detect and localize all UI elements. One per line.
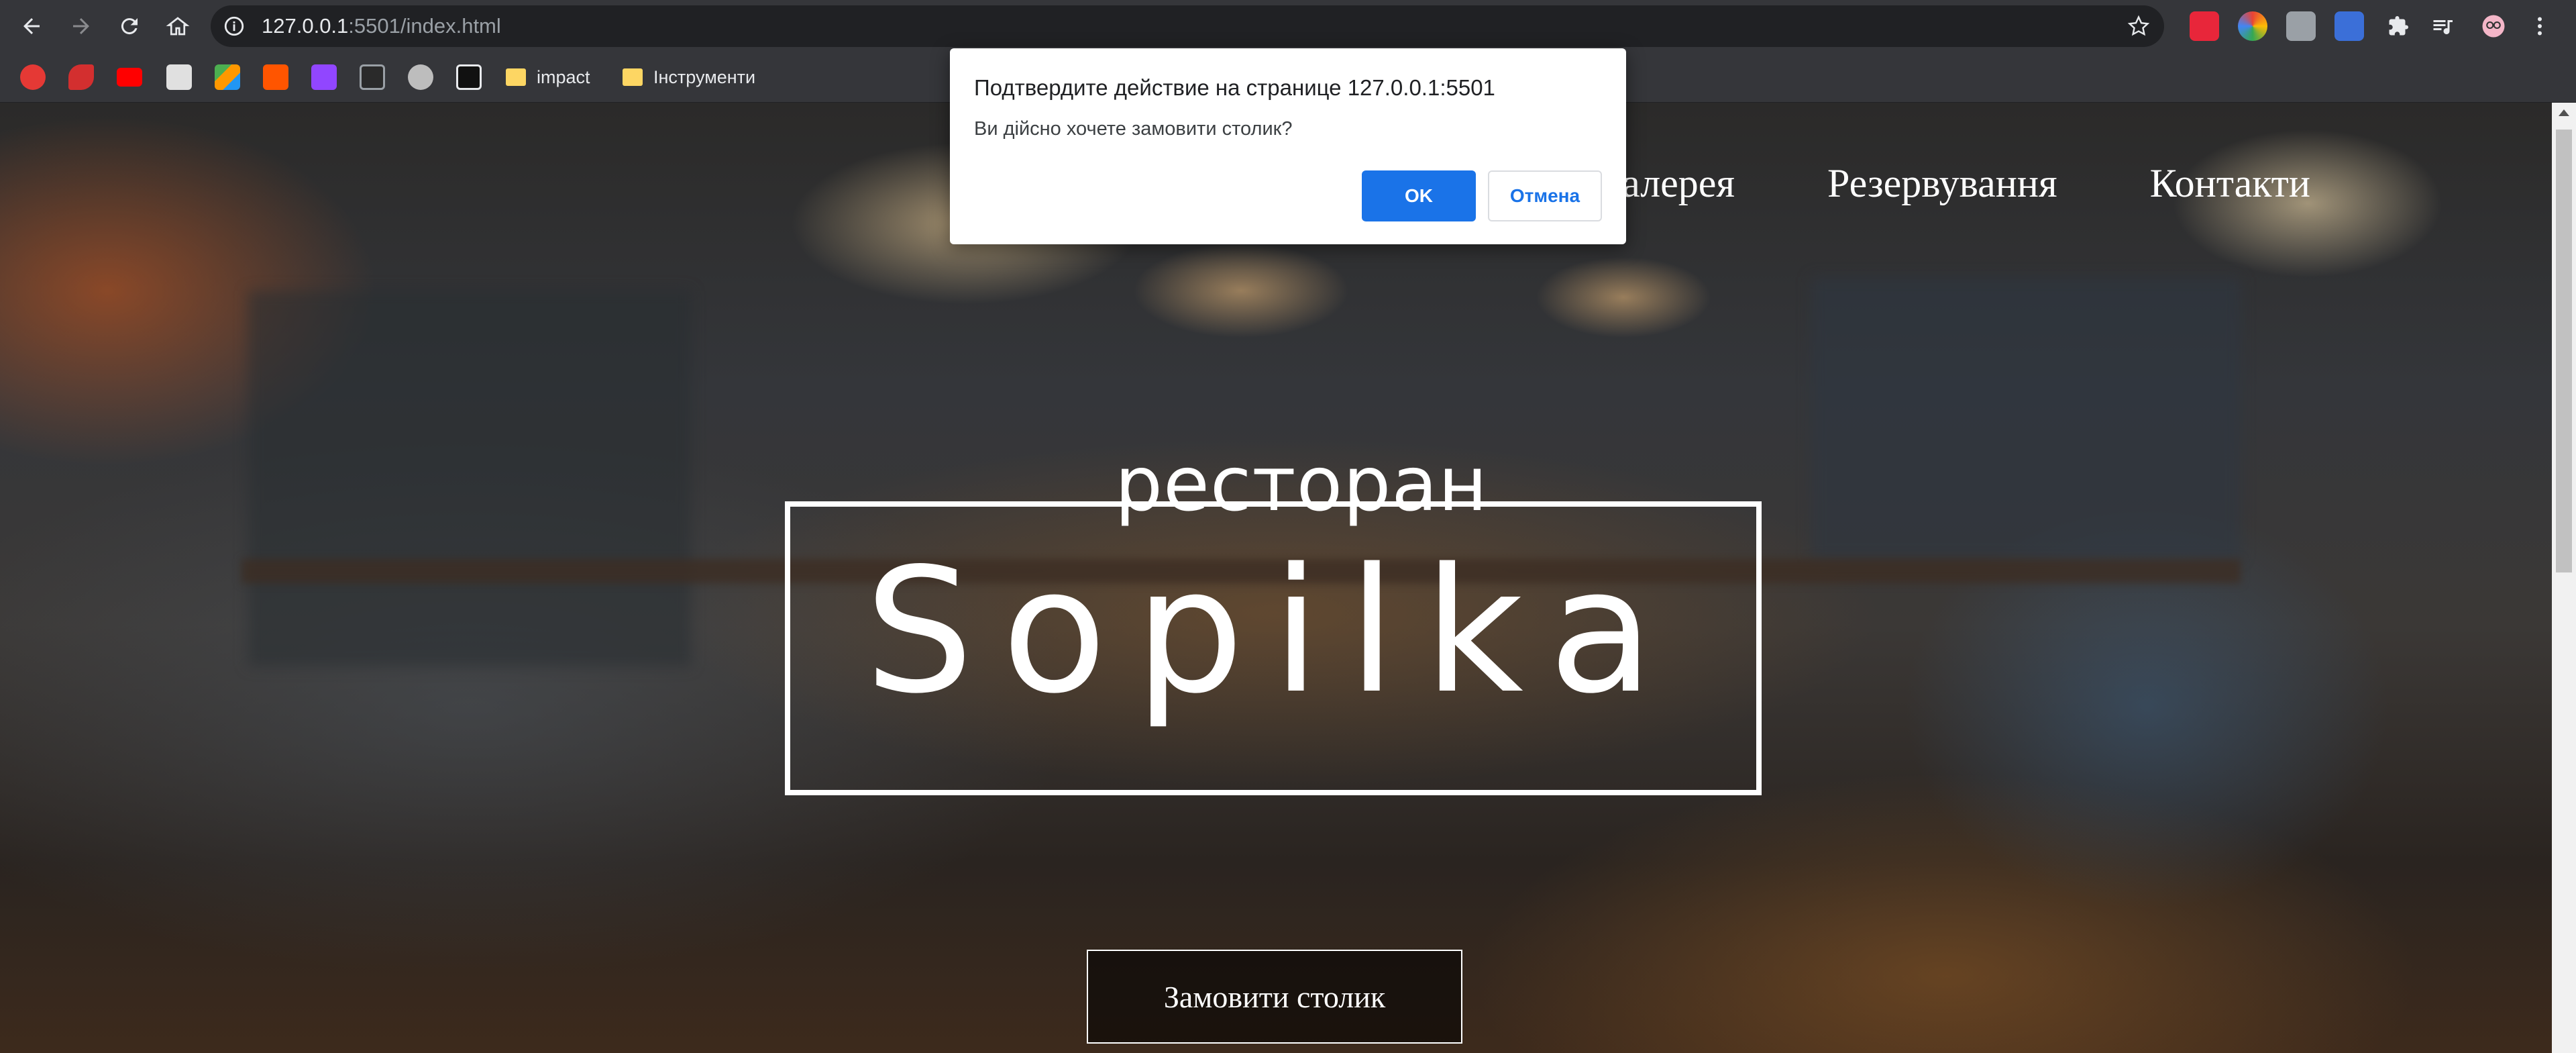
bookmark-folder-impact[interactable]: impact: [506, 63, 590, 91]
arrow-right-icon: [73, 18, 89, 34]
reload-icon: [121, 18, 138, 35]
cancel-button[interactable]: Отмена: [1488, 170, 1602, 221]
bookmark-star-icon[interactable]: [2127, 14, 2151, 38]
extension-color-picker-icon[interactable]: [2238, 11, 2267, 41]
bookmark-youtube-icon[interactable]: [117, 68, 142, 87]
hero-subtitle: ресторан: [1114, 441, 1489, 528]
media-control-button[interactable]: [2424, 8, 2461, 44]
reload-button[interactable]: [111, 8, 148, 44]
url-text: 127.0.0.1:5501/index.html: [262, 5, 501, 47]
scrollbar-thumb[interactable]: [2556, 130, 2572, 572]
page-scrollbar[interactable]: [2552, 103, 2576, 1053]
bookmark-dark-app-icon[interactable]: [456, 64, 482, 90]
bookmark-folder-tools[interactable]: Інструменти: [623, 63, 755, 91]
back-button[interactable]: [13, 8, 50, 44]
bookmark-notes-icon[interactable]: [166, 64, 192, 90]
browser-toolbar: 127.0.0.1:5501/index.html: [0, 0, 2576, 52]
bookmark-calendar-icon[interactable]: [360, 64, 385, 90]
bookmark-red-app-icon[interactable]: [68, 64, 94, 90]
extension-adblock-icon[interactable]: [2190, 11, 2219, 41]
puzzle-icon: [2389, 16, 2408, 36]
arrow-left-icon: [23, 18, 40, 34]
hero-title: Sopilka: [864, 532, 1682, 732]
avatar-icon: [2482, 15, 2505, 38]
browser-menu-button[interactable]: [2526, 8, 2553, 44]
dialog-message: Ви дійсно хочете замовити столик?: [974, 118, 1293, 140]
bookmark-folder-label: Інструменти: [653, 66, 756, 87]
extension-og-icon[interactable]: [2334, 11, 2364, 41]
extensions-button[interactable]: [2380, 8, 2416, 44]
profile-avatar[interactable]: [2475, 8, 2512, 44]
folder-icon: [506, 68, 526, 86]
folder-icon: [623, 68, 643, 86]
bookmark-soundcloud-icon[interactable]: [263, 64, 288, 90]
home-icon: [166, 17, 190, 36]
dialog-title: Подтвердите действие на странице 127.0.0…: [974, 75, 1495, 100]
site-info-icon[interactable]: [223, 15, 246, 38]
nav-link-contacts[interactable]: Контакти: [2150, 160, 2310, 207]
bookmark-grid-app-icon[interactable]: [215, 64, 240, 90]
page-viewport: Галерея Резервування Контакти ресторан S…: [0, 103, 2552, 1053]
confirm-dialog: Подтвердите действие на странице 127.0.0…: [950, 48, 1626, 244]
address-bar[interactable]: 127.0.0.1:5501/index.html: [211, 5, 2164, 47]
bookmark-twitch-icon[interactable]: [311, 64, 337, 90]
scroll-up-arrow-icon[interactable]: [2559, 109, 2569, 116]
playlist-icon: [2433, 20, 2453, 35]
url-host: 127.0.0.1: [262, 14, 349, 38]
site-navigation: Галерея Резервування Контакти: [1600, 160, 2310, 207]
ok-button[interactable]: OK: [1362, 170, 1476, 221]
bookmark-folder-label: impact: [537, 66, 590, 87]
background-menu-board: [248, 291, 691, 666]
nav-link-reservation[interactable]: Резервування: [1827, 160, 2057, 207]
url-path: :5501/index.html: [348, 14, 501, 38]
book-table-button[interactable]: Замовити столик: [1087, 950, 1462, 1044]
background-menu-board: [1811, 277, 2241, 559]
bookmark-character-icon[interactable]: [408, 64, 433, 90]
extension-screenshot-icon[interactable]: [2286, 11, 2316, 41]
kebab-menu-icon: [2538, 17, 2542, 36]
home-button[interactable]: [160, 8, 196, 44]
forward-button[interactable]: [63, 8, 99, 44]
bookmark-anarchy-icon[interactable]: [20, 64, 46, 90]
